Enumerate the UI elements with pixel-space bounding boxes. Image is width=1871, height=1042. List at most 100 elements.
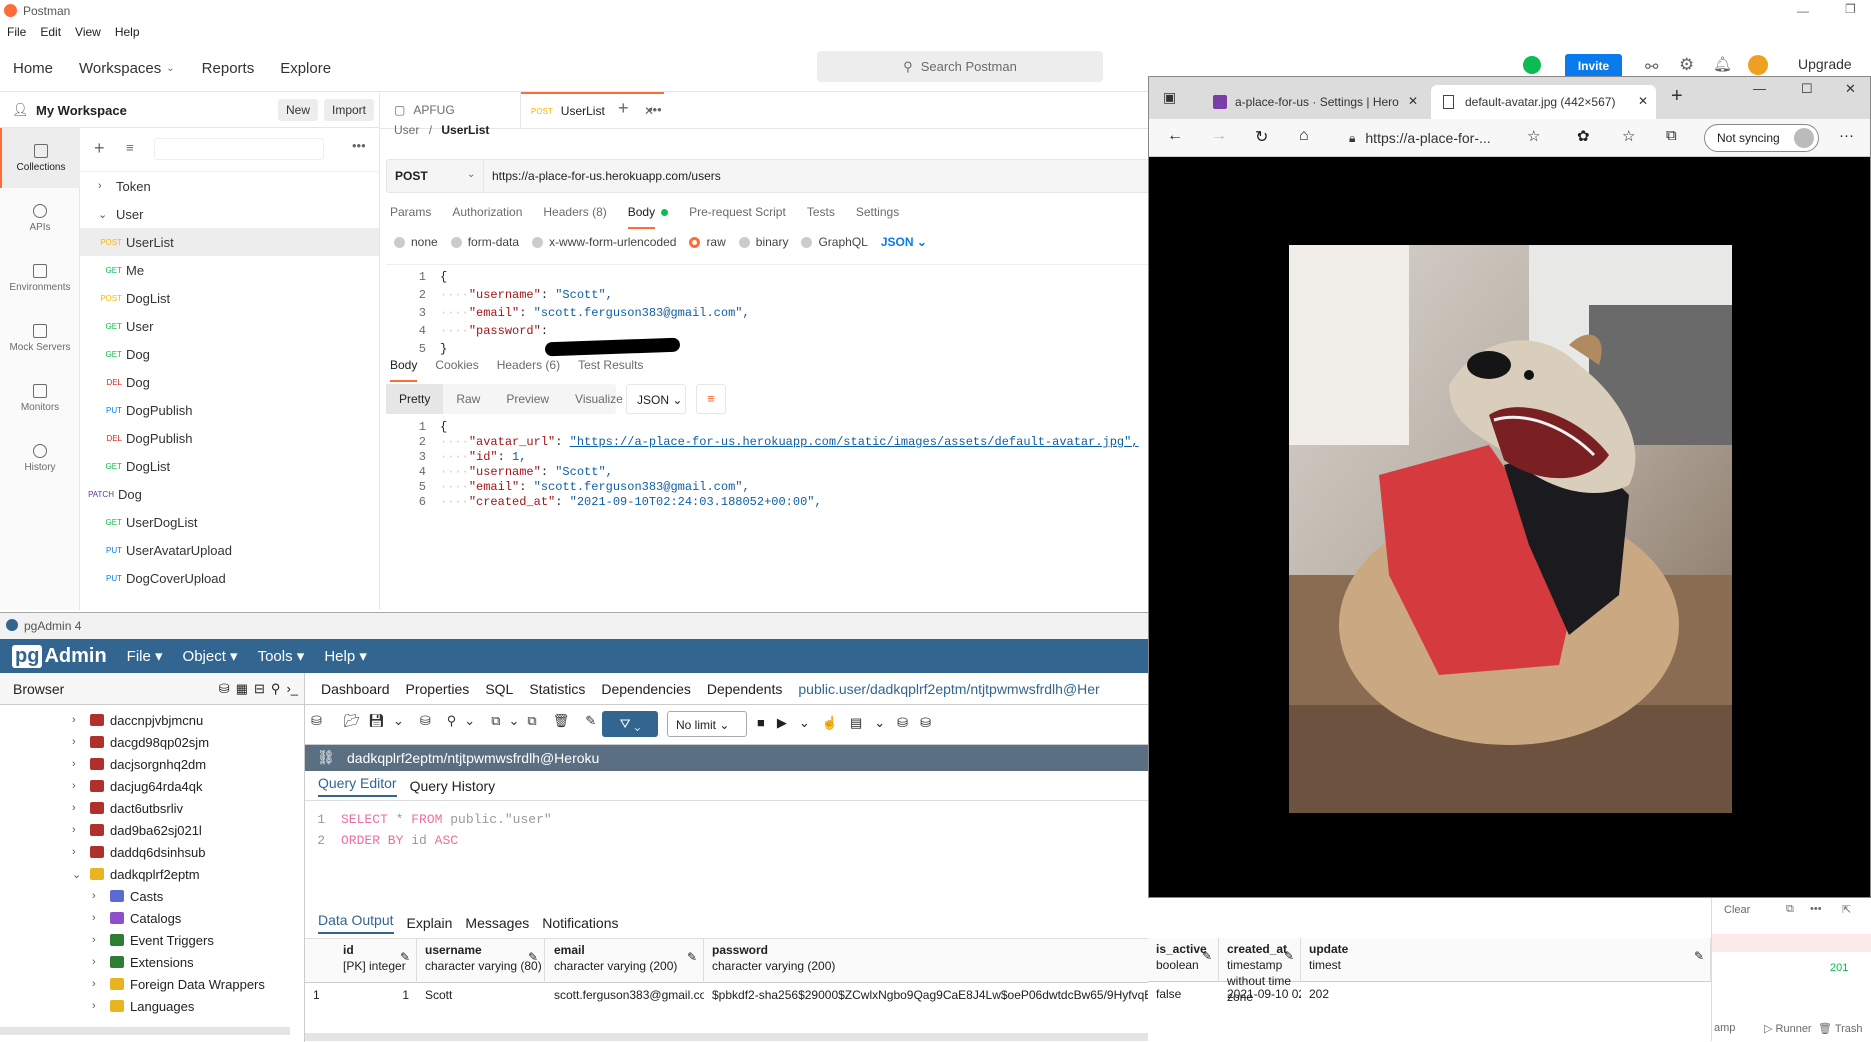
save-icon[interactable]: 💾︎ xyxy=(368,713,385,729)
address-bar[interactable]: 🔒︎ https://a-place-for-... xyxy=(1349,123,1589,153)
filter-table-icon[interactable]: ⊟ xyxy=(254,681,265,697)
filter-input[interactable] xyxy=(154,138,324,160)
search-input[interactable]: ⚲ Search Postman xyxy=(817,51,1103,82)
wrap-icon[interactable]: ≡ xyxy=(696,384,726,414)
menu-object[interactable]: Object ▾ xyxy=(183,647,238,665)
main-tab[interactable]: public.user/dadkqplrf2eptm/ntjtpwmwsfrdl… xyxy=(798,681,1099,697)
tree-item[interactable]: POST UserList xyxy=(80,228,379,256)
db-child-item[interactable]: › Languages xyxy=(0,995,304,1017)
main-tab[interactable]: Properties xyxy=(406,681,470,697)
body-type-radio[interactable]: GraphQL xyxy=(801,235,868,249)
db-tree-item[interactable]: › daccnpjvbjmcnu xyxy=(0,709,304,731)
tab-notifications[interactable]: Notifications xyxy=(542,915,618,931)
db-tree-item[interactable]: ⌄ dadkqplrf2eptm xyxy=(0,863,304,885)
db-tree-item[interactable]: › dacjsorgnhq2dm xyxy=(0,753,304,775)
favorite-add-icon[interactable]: ☆ xyxy=(1527,127,1540,145)
close-icon[interactable]: ✕ xyxy=(1638,94,1648,108)
response-tab[interactable]: Cookies xyxy=(435,358,478,382)
h-scrollbar[interactable] xyxy=(305,1033,1148,1041)
clear-button[interactable]: Clear xyxy=(1724,904,1750,916)
tree-item[interactable]: PUT UserAvatarUpload xyxy=(80,536,379,564)
tree-item[interactable]: GET Dog xyxy=(80,340,379,368)
chevron-down-icon[interactable]: ⌄ xyxy=(72,868,81,881)
avatar[interactable] xyxy=(1748,55,1768,75)
request-tab[interactable]: Authorization xyxy=(452,205,522,229)
tree-item[interactable]: › Token xyxy=(80,172,379,200)
db-child-item[interactable]: › Extensions xyxy=(0,951,304,973)
tree-item[interactable]: DEL Dog xyxy=(80,368,379,396)
database-icon[interactable]: ⛁ xyxy=(219,681,230,697)
nav-monitors[interactable]: Monitors xyxy=(0,368,80,428)
column-header[interactable]: username character varying (80) ✎ xyxy=(417,939,545,983)
satellite-icon[interactable]: ⚯ xyxy=(1645,57,1658,77)
add-tab-icon[interactable]: + xyxy=(618,98,629,119)
tree-item[interactable]: GET User xyxy=(80,312,379,340)
invite-button[interactable]: Invite xyxy=(1565,54,1622,78)
db-child-item[interactable]: › Foreign Data Wrappers xyxy=(0,973,304,995)
search-icon[interactable]: ⚲ xyxy=(271,681,281,697)
nav-apis[interactable]: APIs xyxy=(0,188,80,248)
close-window-icon[interactable]: ✕ xyxy=(1845,81,1856,97)
browser-tab-avatar[interactable]: default-avatar.jpg (442×567) ✕ xyxy=(1431,85,1656,119)
response-tab[interactable]: Headers (6) xyxy=(497,358,560,382)
nav-history[interactable]: History xyxy=(0,428,80,488)
url-input[interactable]: https://a-place-for-us.herokuapp.com/use… xyxy=(492,169,721,183)
explain-icon[interactable]: ▤ xyxy=(850,715,862,731)
menu-file[interactable]: File xyxy=(0,22,33,42)
extensions-icon[interactable]: ✿ xyxy=(1577,127,1590,145)
chevron-right-icon[interactable]: › xyxy=(92,890,100,902)
chevron-right-icon[interactable]: › xyxy=(92,1000,100,1012)
tab-userlist[interactable]: POST UserList ✕ xyxy=(521,92,664,128)
column-header[interactable]: passwordcharacter varying (200)✎ xyxy=(704,939,1148,983)
body-type-radio[interactable]: binary xyxy=(738,235,788,249)
upgrade-button[interactable]: Upgrade xyxy=(1798,56,1852,72)
filter-icon[interactable]: ≡ xyxy=(126,140,134,155)
more-icon[interactable]: ••• xyxy=(648,102,662,117)
tab-data-output[interactable]: Data Output xyxy=(318,912,394,934)
nav-mock-servers[interactable]: Mock Servers xyxy=(0,308,80,368)
menu-help[interactable]: Help xyxy=(108,22,147,42)
chevron-icon[interactable]: › xyxy=(98,180,106,192)
column-header[interactable]: update timest ✎ xyxy=(1301,938,1711,982)
runner-button[interactable]: ▷ Runner xyxy=(1764,1022,1812,1035)
collections-icon[interactable]: ⧉ xyxy=(1666,127,1677,144)
response-tab[interactable]: Test Results xyxy=(578,358,643,382)
hand-icon[interactable]: ☝ xyxy=(822,715,838,731)
delete-icon[interactable]: 🗑︎ xyxy=(553,713,570,729)
request-tab[interactable]: Headers (8) xyxy=(543,205,606,229)
breadcrumb-parent[interactable]: User xyxy=(394,123,419,137)
main-tab[interactable]: SQL xyxy=(485,681,513,697)
table-cell[interactable]: $pbkdf2-sha256$29000$ZCwlxNgbo9Qag9CaE8J… xyxy=(704,985,1148,1007)
body-type-radio[interactable]: x-www-form-urlencoded xyxy=(532,235,676,249)
trash-button[interactable]: 🗑︎ Trash xyxy=(1818,1022,1863,1035)
tree-item[interactable]: PUT DogPublish xyxy=(80,396,379,424)
body-type-radio[interactable]: none xyxy=(394,235,438,249)
chevron-right-icon[interactable]: › xyxy=(72,780,80,792)
body-format-select[interactable]: JSON ⌄ xyxy=(881,235,927,249)
table-cell[interactable]: Scott xyxy=(417,985,545,1007)
chevron-down-icon[interactable]: ⌄ xyxy=(508,713,519,729)
response-view-option[interactable]: Preview xyxy=(493,392,562,406)
h-scrollbar[interactable] xyxy=(0,1027,290,1035)
forward-icon[interactable]: → xyxy=(1211,127,1227,145)
response-view-option[interactable]: Raw xyxy=(443,392,493,406)
minimize-icon[interactable]: — xyxy=(1797,4,1809,18)
favorites-icon[interactable]: ☆ xyxy=(1622,127,1635,145)
nav-home[interactable]: Home xyxy=(0,60,66,77)
query-icon[interactable]: ⛁ xyxy=(420,713,431,729)
menu-help[interactable]: Help ▾ xyxy=(324,647,367,665)
request-body-editor[interactable]: 1{2 ····"username": "Scott", 3 ····"email":… xyxy=(386,264,1150,364)
tree-item[interactable]: GET UserDogList xyxy=(80,508,379,536)
column-header[interactable]: email character varying (200) ✎ xyxy=(546,939,704,983)
table-cell[interactable]: 202 xyxy=(1301,984,1711,1006)
copy-icon[interactable]: ⧉ xyxy=(1786,903,1794,916)
workspace-name[interactable]: My Workspace xyxy=(36,103,127,118)
more-icon[interactable]: ••• xyxy=(1810,903,1822,915)
tree-item[interactable]: PUT DogCoverUpload xyxy=(80,564,379,592)
request-tab[interactable]: Body xyxy=(627,205,656,229)
response-view-option[interactable]: Pretty xyxy=(386,384,444,414)
nav-explore[interactable]: Explore xyxy=(267,60,344,77)
request-tab[interactable]: Tests xyxy=(807,205,835,229)
restore-icon[interactable]: ❐ xyxy=(1845,2,1856,16)
db-child-item[interactable]: › Casts xyxy=(0,885,304,907)
